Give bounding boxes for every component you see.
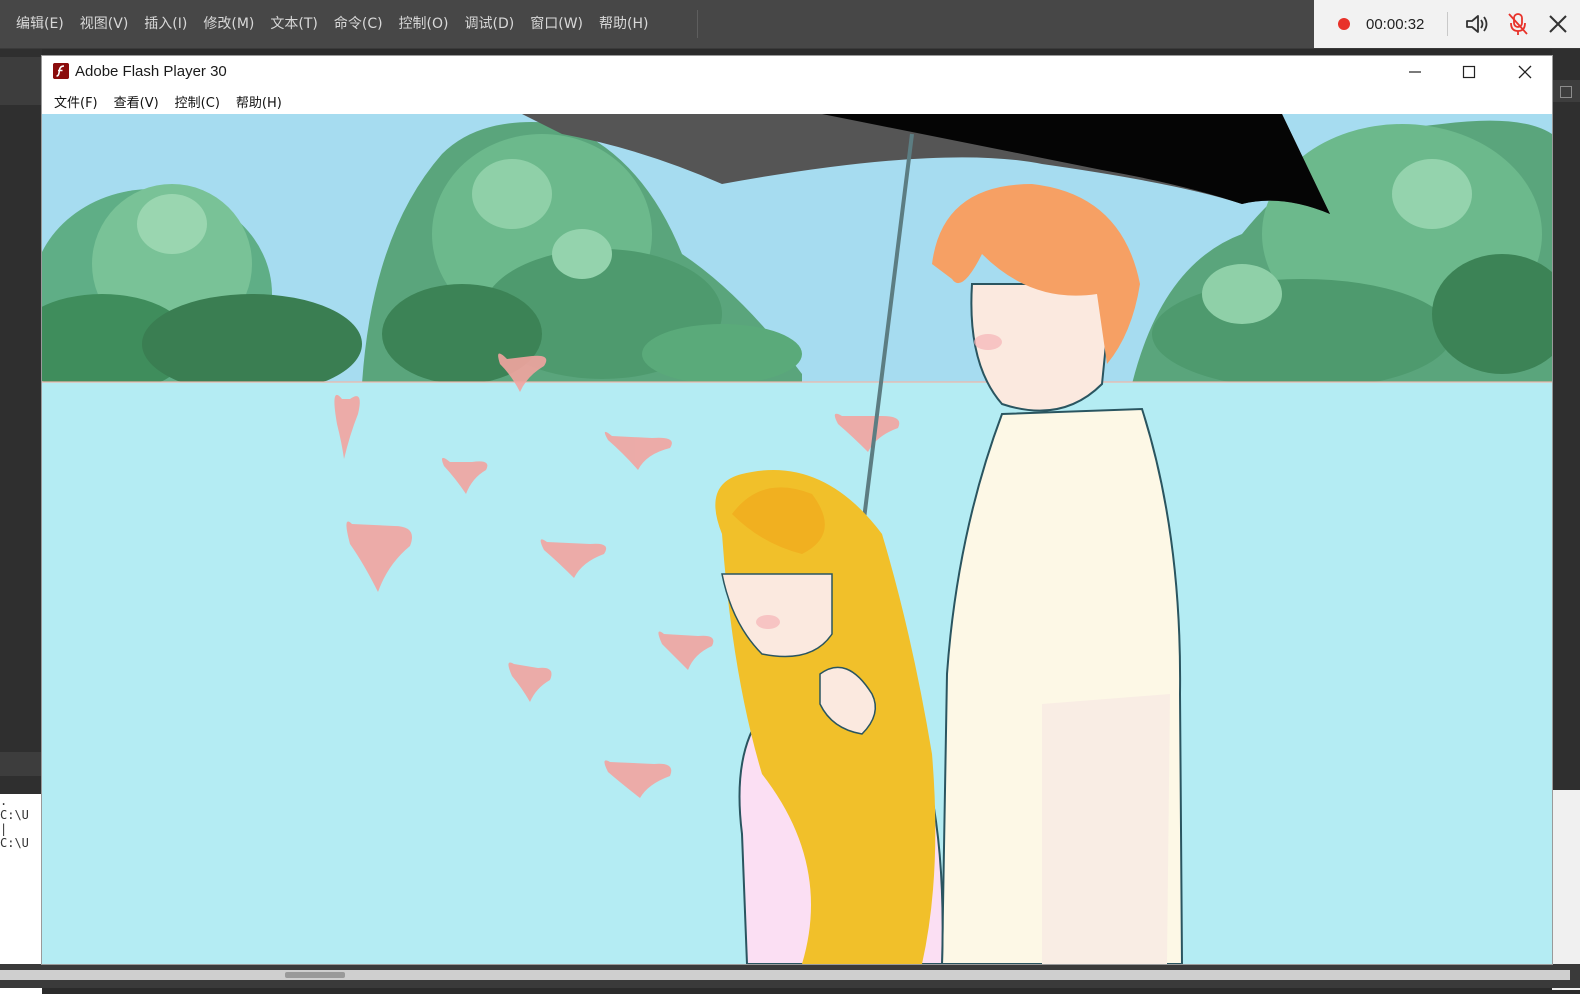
menu-help[interactable]: 帮助(H) [591, 0, 656, 48]
flash-player-window: Adobe Flash Player 30 文件(F) 查看(V) 控制(C) … [41, 55, 1553, 965]
menu-debug[interactable]: 调试(D) [457, 0, 523, 48]
minimize-button[interactable] [1388, 56, 1442, 88]
animation-scene [42, 114, 1552, 964]
maximize-icon [1462, 65, 1476, 79]
speaker-icon[interactable] [1464, 12, 1490, 36]
output-line: . C:\U [0, 794, 29, 822]
menu-control[interactable]: 控制(O) [391, 0, 457, 48]
flash-titlebar[interactable]: Adobe Flash Player 30 [42, 56, 1552, 88]
editor-left-tab-strip [0, 57, 42, 105]
mic-muted-icon[interactable] [1506, 11, 1530, 37]
flash-stage[interactable] [42, 114, 1552, 964]
scrollbar-thumb[interactable] [285, 972, 345, 978]
menu-modify[interactable]: 修改(M) [195, 0, 262, 48]
record-indicator-icon [1338, 18, 1350, 30]
editor-right-output [1552, 790, 1580, 990]
flash-menu-help[interactable]: 帮助(H) [228, 92, 290, 111]
window-title: Adobe Flash Player 30 [75, 63, 227, 80]
menu-commands[interactable]: 命令(C) [326, 0, 391, 48]
flash-menu-file[interactable]: 文件(F) [46, 92, 106, 111]
menu-text[interactable]: 文本(T) [262, 0, 325, 48]
output-line: | C:\U [0, 822, 29, 850]
minimize-icon [1409, 71, 1421, 73]
flash-menu-view[interactable]: 查看(V) [106, 92, 167, 111]
close-icon [1518, 65, 1532, 79]
menu-window[interactable]: 窗口(W) [522, 0, 591, 48]
panel-restore-icon[interactable] [1560, 86, 1572, 98]
flash-menu-control[interactable]: 控制(C) [167, 92, 228, 111]
horizontal-scrollbar[interactable] [0, 970, 1570, 980]
menu-separator [697, 10, 698, 38]
recorder-close-icon[interactable] [1546, 12, 1570, 36]
recorder-separator [1447, 12, 1448, 36]
editor-left-panel-header [0, 752, 42, 776]
record-timer: 00:00:32 [1366, 16, 1425, 33]
menu-view[interactable]: 视图(V) [72, 0, 137, 48]
maximize-button[interactable] [1442, 56, 1496, 88]
app-menu: 编辑(E) 视图(V) 插入(I) 修改(M) 文本(T) 命令(C) 控制(O… [8, 0, 656, 48]
screen-recorder-widget: 00:00:32 [1314, 0, 1580, 48]
flash-logo-icon [53, 63, 69, 79]
menu-edit[interactable]: 编辑(E) [8, 0, 72, 48]
close-button[interactable] [1498, 56, 1552, 88]
menu-insert[interactable]: 插入(I) [136, 0, 195, 48]
flash-menubar: 文件(F) 查看(V) 控制(C) 帮助(H) [42, 88, 1552, 114]
